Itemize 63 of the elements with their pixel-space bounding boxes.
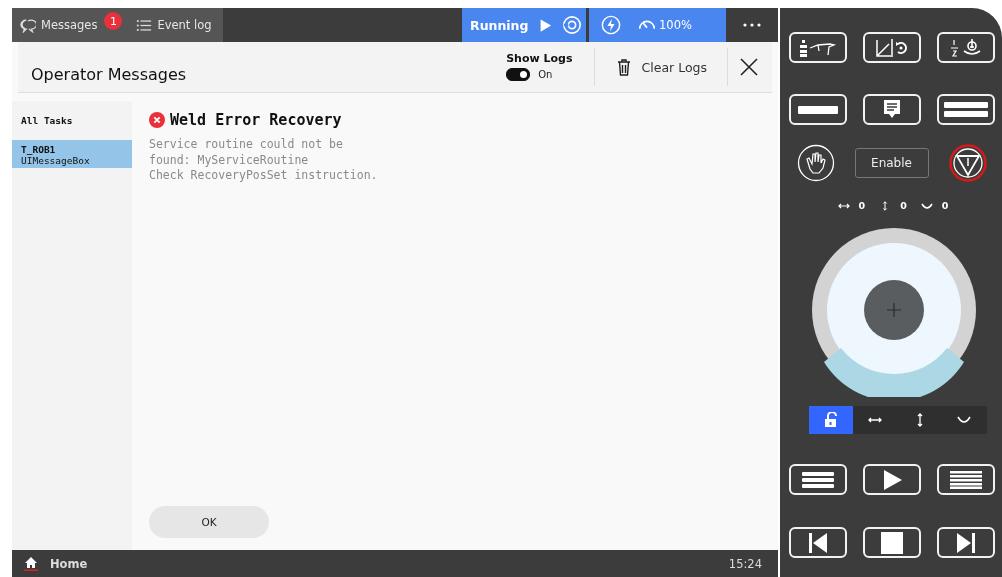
home-button[interactable]: Home — [24, 556, 88, 571]
message-title: Weld Error Recovery — [170, 111, 342, 129]
joystick[interactable] — [810, 227, 977, 397]
axis-reading: 0 — [941, 200, 949, 211]
unlock-icon — [823, 412, 838, 428]
emergency-stop-icon[interactable] — [948, 144, 987, 182]
play-icon — [538, 17, 553, 33]
single-bar-button[interactable] — [788, 94, 847, 125]
toggle-switch[interactable] — [506, 67, 531, 81]
horizontal-arrow-icon — [868, 416, 883, 424]
ok-button[interactable]: OK — [149, 506, 269, 538]
note-icon — [883, 99, 900, 120]
task-item[interactable]: T_ROB1 UIMessageBox — [12, 140, 132, 168]
three-bars-icon — [801, 471, 834, 488]
stop-icon — [880, 531, 903, 554]
show-logs-label: Show Logs — [506, 51, 573, 65]
home-icon — [24, 556, 38, 571]
task-item[interactable]: All Tasks — [12, 111, 132, 130]
skip-forward-icon — [955, 532, 976, 553]
note-button[interactable] — [862, 94, 921, 125]
top-tab[interactable]: Event log — [136, 8, 212, 42]
enable-button[interactable]: Enable — [854, 148, 929, 178]
run-status: Running — [470, 17, 529, 33]
message-text: Check RecoveryPosSet instruction. — [149, 168, 379, 184]
single-bar-icon — [797, 105, 838, 114]
play-icon — [881, 469, 902, 490]
five-bar-button[interactable] — [936, 464, 995, 495]
vertical-arrow-icon — [915, 413, 924, 427]
stop-button[interactable] — [862, 527, 921, 558]
skip-back-icon — [807, 532, 828, 553]
close-icon — [740, 58, 758, 76]
robot-arm-icon — [797, 37, 838, 58]
five-bars-icon — [949, 470, 982, 489]
axis-rotate-icon — [873, 37, 910, 58]
double-bar-icon — [943, 101, 988, 118]
play-button[interactable] — [862, 464, 921, 495]
dialog-title: Operator Messages — [31, 64, 187, 84]
message-text: found: MyServiceRoutine — [149, 152, 310, 168]
count-badge: 1 — [104, 12, 123, 30]
rotate-arc-icon — [957, 416, 972, 424]
message-text: Service routine could not be — [149, 137, 344, 153]
triple-bar-button[interactable] — [788, 464, 847, 495]
clock-time: 15:24 — [728, 556, 762, 571]
chat-icon — [20, 17, 36, 33]
error-icon — [149, 112, 165, 128]
lock-mode-button[interactable] — [808, 406, 853, 434]
trash-icon — [617, 58, 632, 76]
skip-forward-button[interactable] — [936, 527, 995, 558]
coordinate-rotate-button[interactable] — [862, 32, 921, 63]
list-icon — [136, 17, 153, 33]
hand-icon[interactable] — [796, 144, 835, 182]
toggle-state: On — [538, 68, 553, 80]
half-step-button[interactable] — [936, 32, 995, 63]
top-tab[interactable]: Messages 1 — [20, 8, 123, 42]
axis-reading: 0 — [858, 200, 866, 211]
skip-back-button[interactable] — [788, 527, 847, 558]
clear-logs-button[interactable]: Clear Logs — [595, 58, 727, 76]
speed-value: 100% — [659, 18, 692, 32]
axis-reading: 0 — [900, 200, 907, 211]
robot-tool-button[interactable] — [788, 32, 847, 63]
double-bar-button[interactable] — [936, 94, 995, 125]
lightning-icon — [601, 15, 621, 35]
more-dots-icon — [743, 23, 761, 27]
